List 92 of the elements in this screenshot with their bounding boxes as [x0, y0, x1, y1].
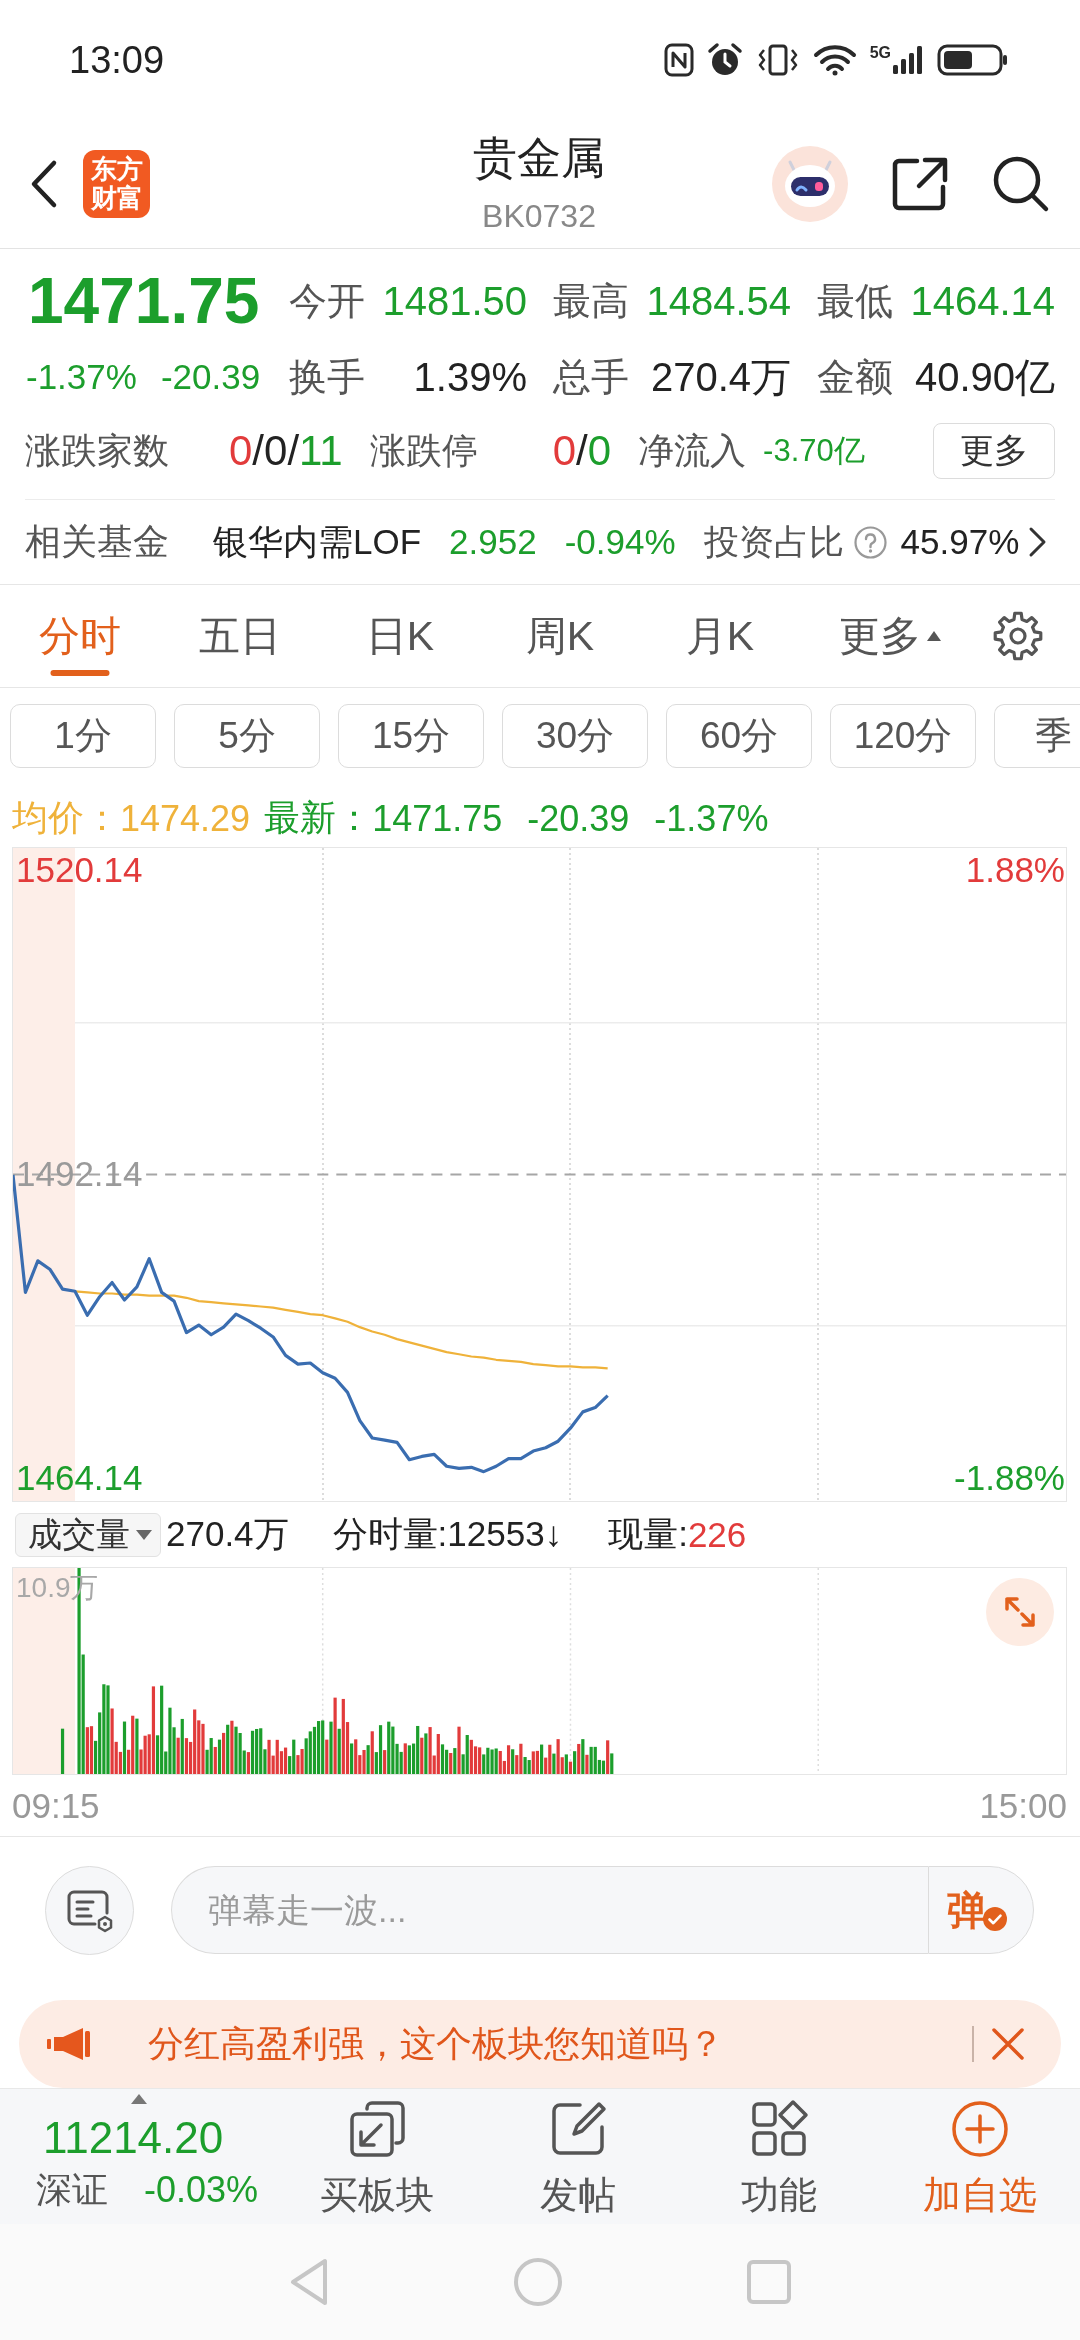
index-name: 深证: [36, 2168, 108, 2212]
price-axis-label: 1520.14: [16, 849, 143, 892]
total-volume: 270.4万: [166, 1513, 289, 1555]
app-logo: 东方财富: [83, 150, 150, 218]
stat-value: 1464.14: [910, 278, 1055, 324]
share-icon[interactable]: [891, 156, 949, 212]
percent-axis-label: -1.88%: [954, 1456, 1065, 1499]
toolbar-button[interactable]: 发帖: [477, 2089, 678, 2224]
index-value: 11214.20: [42, 2112, 225, 2164]
more-button[interactable]: 更多: [933, 423, 1055, 479]
time-axis-label: 09:15: [12, 1784, 100, 1827]
robot-avatar-icon[interactable]: [772, 146, 848, 222]
sector-code: BK0732: [482, 197, 596, 236]
summary-label: 最新：: [264, 796, 373, 840]
ratio-label: 投资占比: [703, 520, 844, 563]
signal-icon: [892, 45, 924, 75]
help-icon[interactable]: [853, 525, 887, 559]
fund-change: -0.94%: [564, 522, 676, 562]
percent-axis-label: 1.88%: [965, 849, 1065, 892]
settings-icon[interactable]: [993, 611, 1043, 661]
count-value: -3.70亿: [763, 432, 865, 470]
page-title: 贵金属: [473, 132, 605, 184]
index-change: -0.03%: [144, 2168, 259, 2212]
stat-label: 总手: [553, 354, 629, 400]
close-icon[interactable]: [991, 2027, 1025, 2061]
check-badge-icon: [983, 1907, 1007, 1931]
period-button[interactable]: 15分: [338, 704, 484, 768]
status-time: 13:09: [69, 38, 165, 82]
nfc-icon: [663, 43, 694, 77]
caret-down-icon: [136, 1529, 152, 1540]
percent-change: -1.37%: [26, 357, 137, 397]
stat-value: 1481.50: [382, 278, 527, 324]
price-axis-label: 1464.14: [16, 1456, 143, 1499]
volume-selector[interactable]: 成交量: [15, 1512, 161, 1557]
toolbar-button[interactable]: 功能: [678, 2089, 879, 2224]
megaphone-icon: [47, 2026, 93, 2062]
count-label: 涨跌停: [369, 428, 479, 473]
battery-icon: [937, 43, 1009, 77]
stat-label: 今开: [289, 278, 365, 324]
count-label: 涨跌家数: [25, 428, 170, 473]
stat-value: 270.4万: [650, 353, 791, 401]
period-button[interactable]: 5分: [174, 704, 320, 768]
caret-up-icon: [927, 631, 941, 641]
summary-value: 1471.75: [372, 797, 503, 840]
chart-tab[interactable]: 分时: [0, 585, 160, 687]
expand-icon[interactable]: [986, 1578, 1054, 1646]
period-button[interactable]: 季: [994, 704, 1080, 768]
chart-tab[interactable]: 周K: [480, 585, 640, 687]
period-button[interactable]: 1分: [10, 704, 156, 768]
summary-percent: -1.37%: [654, 797, 769, 840]
search-icon[interactable]: [992, 155, 1050, 213]
stat-value: 40.90亿: [914, 353, 1055, 401]
danmaku-input[interactable]: 弹幕走一波...: [171, 1866, 928, 1954]
stat-label: 金额: [817, 354, 893, 400]
network-type: 5G: [869, 45, 891, 61]
summary-label: 均价：: [12, 796, 120, 840]
stat-label: 最低: [817, 278, 893, 324]
fund-label: 相关基金: [25, 519, 169, 564]
add-circle-icon: [949, 2099, 1010, 2159]
period-button[interactable]: 120分: [830, 704, 976, 768]
toolbar-button[interactable]: 买板块: [276, 2089, 477, 2224]
period-button[interactable]: 60分: [666, 704, 812, 768]
price-change: -20.39: [160, 357, 261, 397]
current-volume-label: 现量:: [608, 1513, 688, 1555]
chart-tab[interactable]: 月K: [640, 585, 800, 687]
count-value: 0/0: [552, 427, 612, 475]
stat-label: 最高: [553, 278, 629, 324]
chart-tab[interactable]: 更多: [800, 585, 980, 687]
notice-text: 分红高盈利强，这个板块您知道吗？: [148, 2021, 724, 2066]
period-button[interactable]: 30分: [502, 704, 648, 768]
summary-change: -20.39: [527, 797, 630, 840]
fund-price: 2.952: [449, 522, 537, 562]
time-axis-label: 15:00: [979, 1784, 1067, 1827]
fund-name: 银华内需LOF: [213, 520, 422, 563]
count-label: 净流入: [638, 428, 748, 473]
stat-label: 换手: [289, 354, 365, 400]
ratio-value: 45.97%: [900, 522, 1020, 562]
last-price: 1471.75: [27, 264, 261, 339]
chart-tab[interactable]: 日K: [320, 585, 480, 687]
document-gear-icon: [65, 1888, 114, 1933]
current-volume-value: 226: [687, 1514, 747, 1555]
minute-volume: 分时量:12553↓: [332, 1513, 563, 1555]
summary-value: 1474.29: [120, 797, 251, 840]
price-axis-label: 1492.14: [16, 1153, 143, 1196]
wifi-icon: [812, 44, 857, 76]
stat-value: 1.39%: [413, 354, 527, 400]
stat-value: 1484.54: [646, 278, 791, 324]
count-value: 0/0/11: [229, 427, 343, 475]
chart-tab[interactable]: 五日: [160, 585, 320, 687]
volume-bar: [60, 1728, 65, 1774]
alarm-icon: [706, 42, 743, 78]
caret-up-icon: [131, 2094, 147, 2104]
